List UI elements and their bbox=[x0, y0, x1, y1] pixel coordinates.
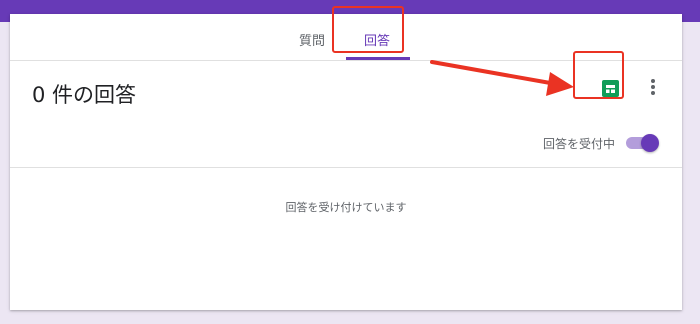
accepting-responses-toggle[interactable] bbox=[626, 134, 660, 152]
tab-bar: 質問 回答 bbox=[10, 14, 682, 61]
tab-questions[interactable]: 質問 bbox=[299, 30, 325, 49]
divider bbox=[10, 167, 682, 168]
empty-state-message: 回答を受け付けています bbox=[285, 201, 407, 214]
more-vert-icon[interactable] bbox=[648, 78, 658, 98]
accepting-responses-label: 回答を受付中 bbox=[543, 137, 616, 151]
active-tab-indicator bbox=[346, 57, 410, 60]
tab-responses[interactable]: 回答 bbox=[364, 30, 390, 49]
response-count-title: 0 件の回答 bbox=[32, 83, 137, 107]
responses-card: 質問 回答 0 件の回答 回答を受付中 回答を受け付けています bbox=[10, 14, 682, 310]
google-sheets-icon[interactable] bbox=[602, 80, 619, 97]
toggle-thumb bbox=[641, 134, 659, 152]
